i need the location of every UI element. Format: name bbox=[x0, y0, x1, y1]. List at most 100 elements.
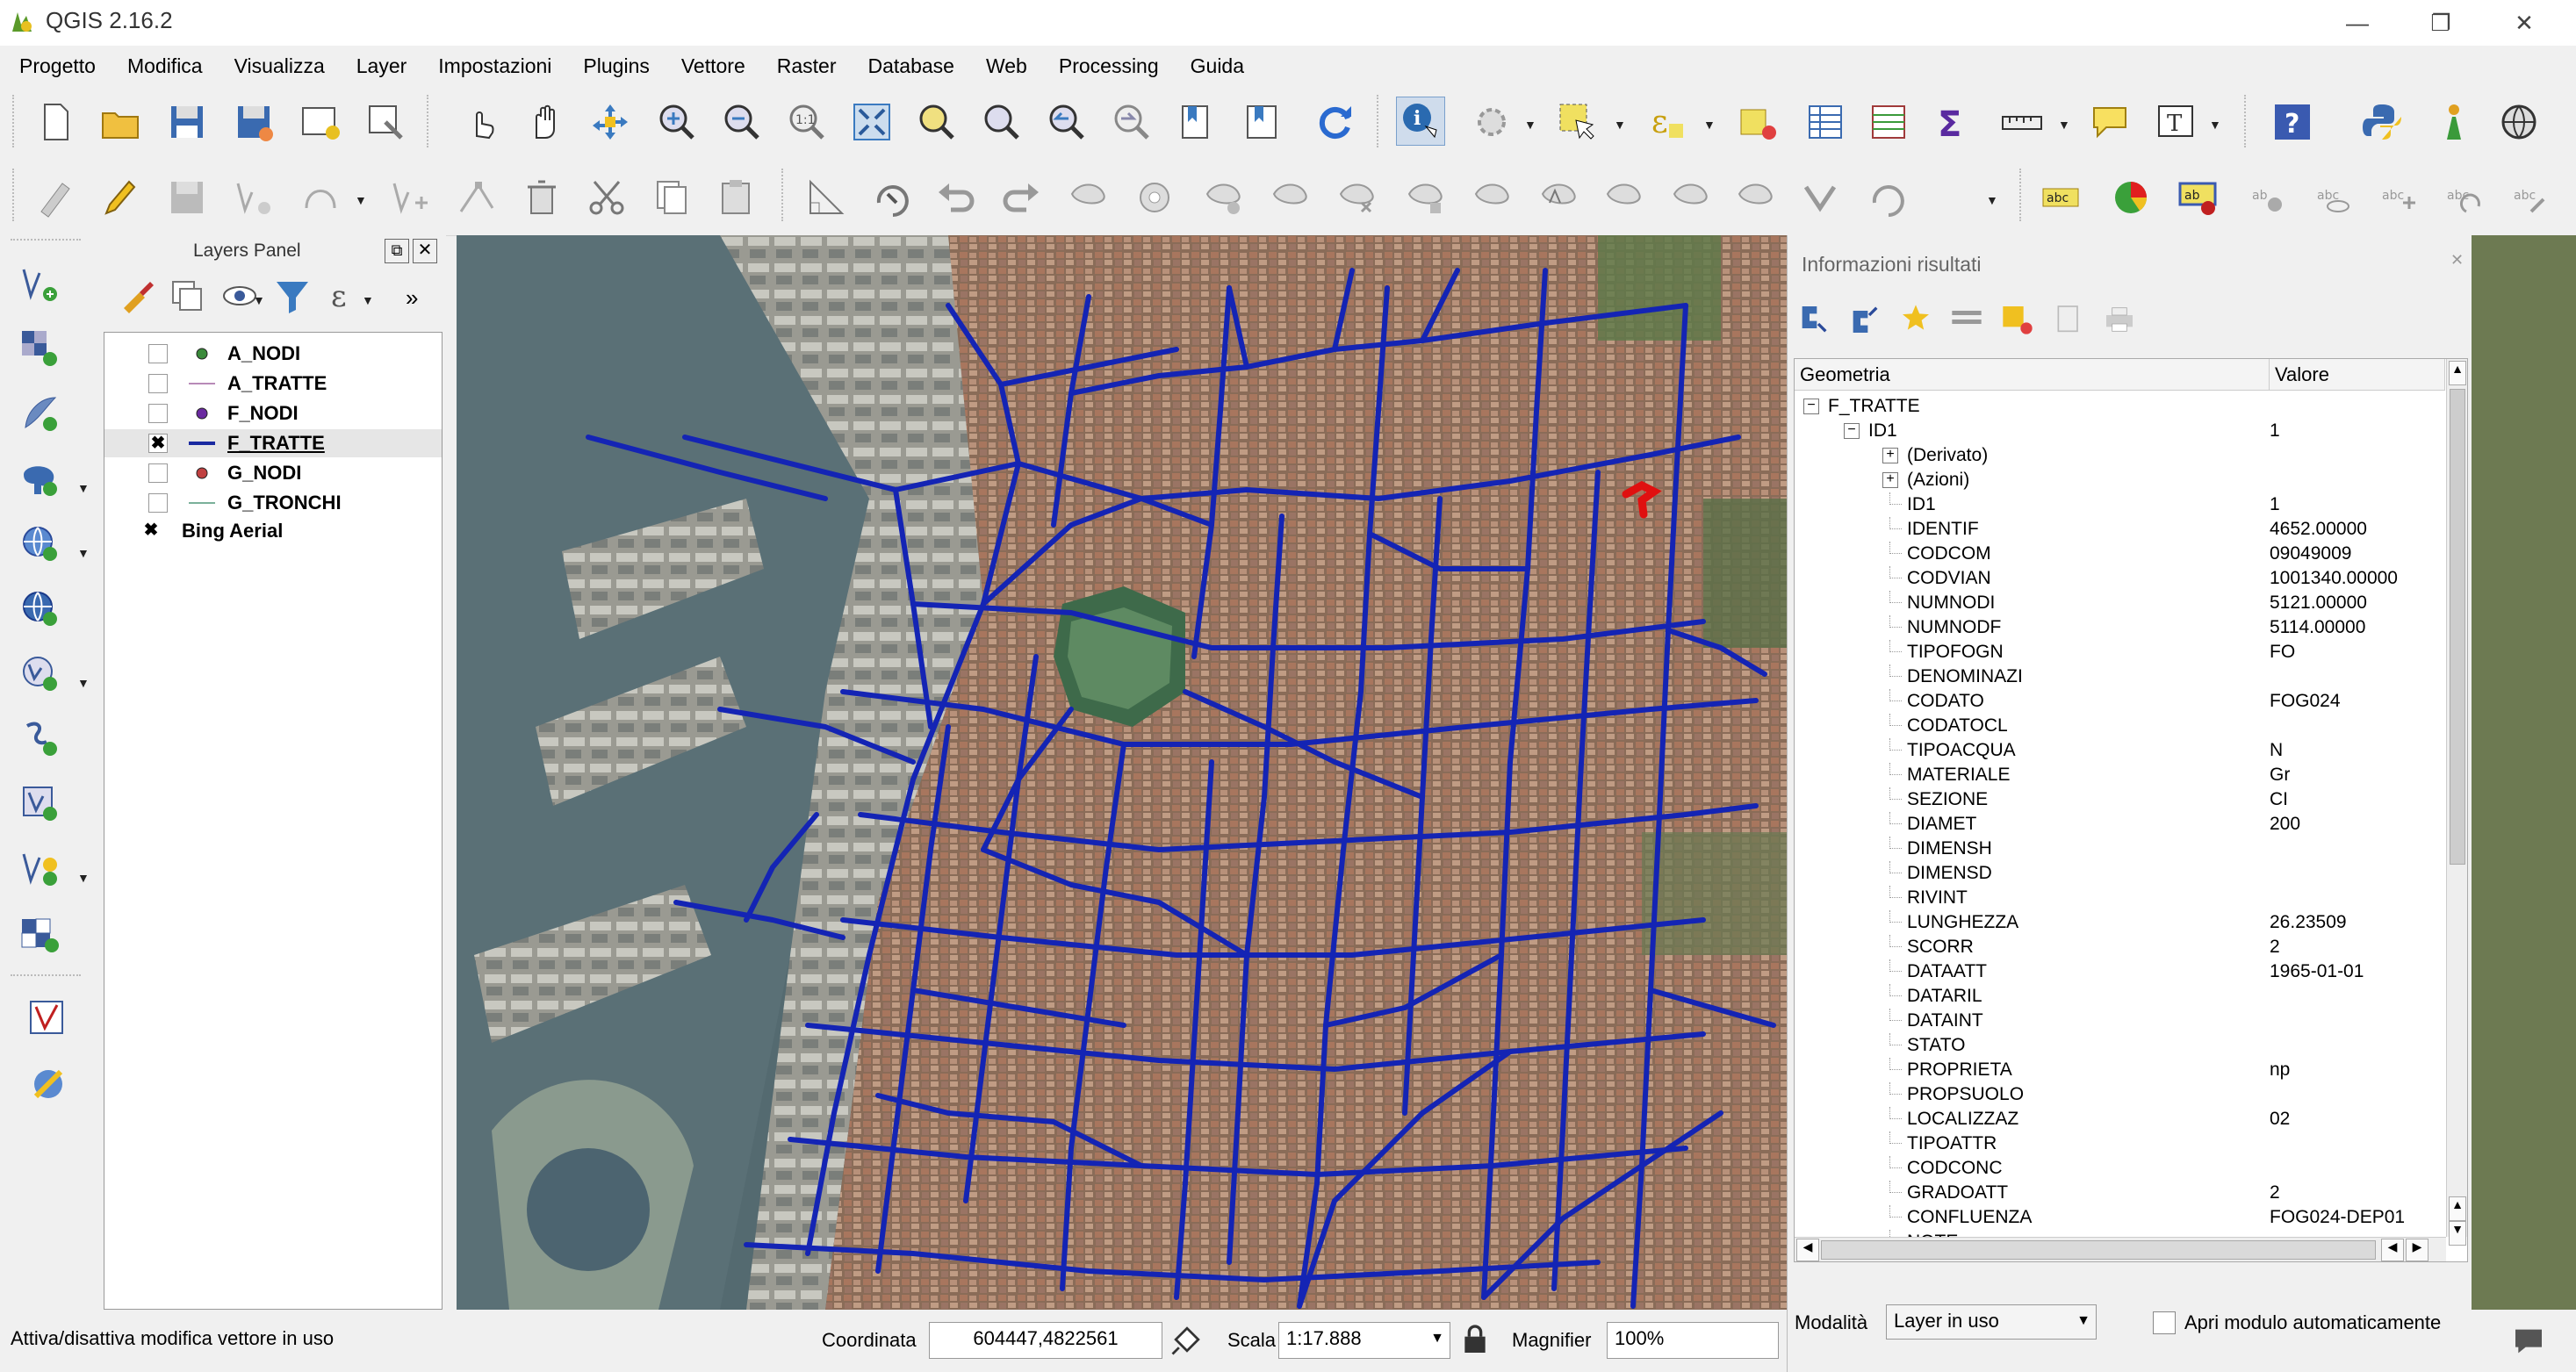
tree-row-actions[interactable]: + (Azioni) bbox=[1795, 468, 2444, 492]
close-panel-icon[interactable]: ✕ bbox=[413, 239, 437, 263]
copy-features-icon[interactable] bbox=[648, 174, 695, 221]
attribute-row[interactable]: DIMENSH bbox=[1795, 837, 2444, 861]
new-shapefile-layer-icon[interactable] bbox=[16, 844, 63, 892]
add-circular-string-icon[interactable] bbox=[297, 174, 344, 221]
advanced-digitizing-icon[interactable] bbox=[802, 174, 850, 221]
messages-icon[interactable] bbox=[2509, 1324, 2548, 1359]
menu-modifica[interactable]: Modifica bbox=[108, 54, 215, 78]
menu-processing[interactable]: Processing bbox=[1040, 54, 1171, 78]
horizontal-scrollbar[interactable]: ◀ ◀ ▶ bbox=[1795, 1237, 2446, 1261]
attribute-row[interactable]: LOCALIZZAZ 02 bbox=[1795, 1107, 2444, 1131]
menu-vettore[interactable]: Vettore bbox=[662, 54, 758, 78]
chevron-down-icon[interactable]: ▼ bbox=[253, 293, 267, 307]
attribute-row[interactable]: CODCONC bbox=[1795, 1156, 2444, 1181]
expand-new-results-icon[interactable] bbox=[1898, 302, 1933, 337]
menu-progetto[interactable]: Progetto bbox=[0, 54, 108, 78]
layer-checkbox[interactable] bbox=[148, 463, 168, 483]
zoom-in-icon[interactable] bbox=[653, 98, 701, 146]
chevron-down-icon[interactable]: ▼ bbox=[77, 481, 91, 495]
attribute-row[interactable]: SCORR 2 bbox=[1795, 935, 2444, 959]
cut-features-icon[interactable] bbox=[583, 174, 630, 221]
layer-item-a-tratte[interactable]: A_TRATTE bbox=[104, 370, 442, 398]
zoom-full-icon[interactable] bbox=[848, 98, 896, 146]
collapse-tree-icon[interactable] bbox=[1847, 302, 1882, 337]
attribute-row[interactable]: STATO bbox=[1795, 1033, 2444, 1058]
zoom-out-icon[interactable] bbox=[718, 98, 766, 146]
attribute-row[interactable]: PROPRIETA np bbox=[1795, 1058, 2444, 1082]
layer-checkbox[interactable]: ✖ bbox=[148, 434, 168, 453]
expand-icon[interactable]: + bbox=[1882, 472, 1898, 488]
add-wfs-layer-icon[interactable] bbox=[16, 650, 63, 697]
attribute-row[interactable]: CODCOM 09049009 bbox=[1795, 542, 2444, 566]
attribute-row[interactable]: RIVINT bbox=[1795, 886, 2444, 910]
collapse-icon[interactable]: − bbox=[1803, 399, 1819, 414]
add-spatialite-layer-icon[interactable] bbox=[16, 390, 63, 437]
add-wms-layer-icon[interactable] bbox=[16, 520, 63, 567]
menu-layer[interactable]: Layer bbox=[337, 54, 420, 78]
filter-legend-icon[interactable] bbox=[269, 272, 316, 320]
change-label-icon[interactable]: abc bbox=[2506, 174, 2553, 221]
attribute-row[interactable]: DATAINT bbox=[1795, 1009, 2444, 1033]
select-by-expression-icon[interactable]: ε bbox=[1644, 98, 1691, 146]
more-tools-icon[interactable]: » bbox=[406, 284, 418, 312]
pan-hand-icon[interactable] bbox=[522, 98, 569, 146]
attribute-row[interactable]: DIMENSD bbox=[1795, 861, 2444, 886]
tree-row-derived[interactable]: + (Derivato) bbox=[1795, 443, 2444, 468]
field-calculator-icon[interactable] bbox=[1865, 98, 1912, 146]
filter-by-expression-icon[interactable]: ε bbox=[320, 272, 367, 320]
menu-web[interactable]: Web bbox=[967, 54, 1040, 78]
copy-feature-icon[interactable] bbox=[2000, 302, 2035, 337]
attribute-row[interactable]: ID1 1 bbox=[1795, 492, 2444, 517]
zoom-to-layer-icon[interactable] bbox=[978, 98, 1025, 146]
add-postgis-layer-icon[interactable] bbox=[16, 455, 63, 502]
magnifier-spinbox[interactable]: 100% bbox=[1607, 1322, 1779, 1359]
open-project-icon[interactable] bbox=[97, 98, 144, 146]
zoom-to-selection-icon[interactable] bbox=[913, 98, 961, 146]
layer-checkbox[interactable] bbox=[148, 493, 168, 513]
expand-icon[interactable]: + bbox=[1882, 448, 1898, 463]
rotate-point-symbols-icon[interactable] bbox=[867, 174, 915, 221]
column-header-value[interactable]: Valore bbox=[2270, 359, 2445, 391]
add-vector-layer-icon[interactable] bbox=[16, 260, 63, 307]
minimize-icon[interactable]: — bbox=[2318, 4, 2397, 42]
attribute-row[interactable]: DATAATT 1965-01-01 bbox=[1795, 959, 2444, 984]
attribute-row[interactable]: DIAMET 200 bbox=[1795, 812, 2444, 837]
layer-item-g-nodi[interactable]: G_NODI bbox=[104, 459, 442, 487]
rotate-feature-icon[interactable] bbox=[1863, 174, 1910, 221]
vertical-scrollbar[interactable]: ▲ ▲ ▼ bbox=[2446, 359, 2467, 1246]
chevron-down-icon[interactable]: ▼ bbox=[362, 293, 376, 307]
attribute-row[interactable]: TIPOFOGN FO bbox=[1795, 640, 2444, 664]
rotate-label-icon[interactable]: abc bbox=[2439, 174, 2486, 221]
reshape-features-icon[interactable] bbox=[1535, 174, 1582, 221]
measure-line-icon[interactable] bbox=[1998, 98, 2046, 146]
collapse-icon[interactable]: − bbox=[1844, 423, 1860, 439]
attribute-row[interactable]: TIPOACQUA N bbox=[1795, 738, 2444, 763]
chevron-down-icon[interactable]: ▼ bbox=[2209, 118, 2223, 132]
attribute-row[interactable]: NUMNODI 5121.00000 bbox=[1795, 591, 2444, 615]
delete-selected-icon[interactable] bbox=[518, 174, 565, 221]
menu-database[interactable]: Database bbox=[849, 54, 967, 78]
layer-checkbox[interactable]: ✖ bbox=[141, 521, 161, 541]
save-as-icon[interactable] bbox=[230, 98, 277, 146]
attribute-row[interactable]: IDENTIF 4652.00000 bbox=[1795, 517, 2444, 542]
float-panel-icon[interactable]: ⧉ bbox=[385, 239, 409, 263]
restore-icon[interactable]: ❐ bbox=[2401, 4, 2480, 42]
layer-checkbox[interactable] bbox=[148, 344, 168, 363]
add-raster-layer-icon[interactable] bbox=[16, 325, 63, 372]
attribute-row[interactable]: LUNGHEZZA 26.23509 bbox=[1795, 910, 2444, 935]
map-tips-icon[interactable] bbox=[2086, 98, 2133, 146]
redo-icon[interactable] bbox=[997, 174, 1045, 221]
simplify-feature-icon[interactable] bbox=[1064, 174, 1112, 221]
layer-item-f-tratte[interactable]: ✖ F_TRATTE bbox=[104, 429, 442, 457]
chevron-down-icon[interactable]: ▼ bbox=[355, 193, 369, 207]
attribute-row[interactable]: TIPOATTR bbox=[1795, 1131, 2444, 1156]
chevron-down-icon[interactable]: ▼ bbox=[1986, 193, 2000, 207]
attribute-row[interactable]: DENOMINAZI bbox=[1795, 664, 2444, 689]
new-project-icon[interactable] bbox=[32, 98, 79, 146]
help-icon[interactable]: ? bbox=[2269, 98, 2316, 146]
layer-checkbox[interactable] bbox=[148, 404, 168, 423]
vector-edit-plugin-icon[interactable] bbox=[25, 995, 72, 1043]
attribute-row[interactable]: SEZIONE CI bbox=[1795, 787, 2444, 812]
layer-item-g-tronchi[interactable]: G_TRONCHI bbox=[104, 489, 442, 517]
highlight-pinned-labels-icon[interactable]: ab bbox=[2174, 174, 2221, 221]
